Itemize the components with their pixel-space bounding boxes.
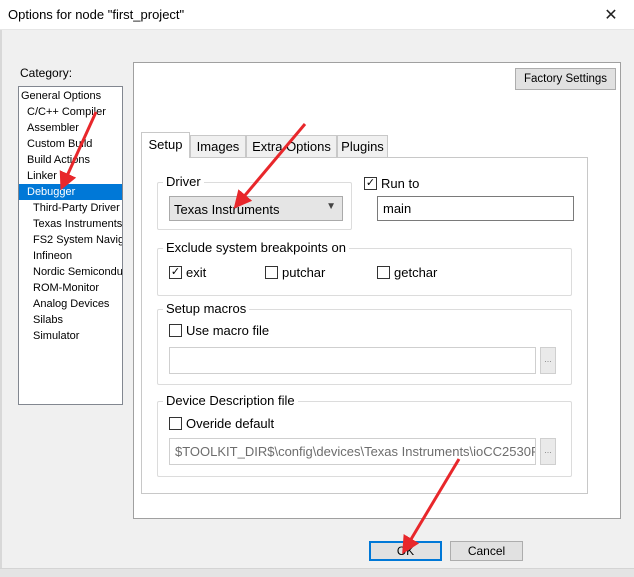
category-label: Category: [20, 66, 73, 80]
driver-select-value: Texas Instruments [174, 202, 280, 217]
macro-browse-button[interactable]: ... [540, 347, 556, 374]
category-item-build-actions[interactable]: Build Actions [27, 152, 90, 168]
driver-select[interactable]: Texas Instruments ▼ [169, 196, 343, 221]
ok-button[interactable]: OK [369, 541, 442, 561]
factory-settings-button[interactable]: Factory Settings [515, 68, 616, 90]
getchar-checkbox[interactable] [377, 266, 390, 279]
exclude-breakpoints-group [157, 248, 572, 296]
category-list[interactable]: General Options C/C++ Compiler Assembler… [18, 86, 123, 405]
close-icon: ✕ [604, 7, 618, 24]
category-item-debugger[interactable]: Debugger [19, 184, 122, 200]
device-description-title: Device Description file [163, 393, 298, 408]
override-default-label: Overide default [186, 416, 275, 431]
category-item-linker[interactable]: Linker [27, 168, 57, 184]
getchar-label: getchar [394, 265, 438, 280]
category-item-nordic-semiconductor[interactable]: Nordic Semiconductor [33, 264, 122, 280]
putchar-label: putchar [282, 265, 326, 280]
category-item-silabs[interactable]: Silabs [33, 312, 63, 328]
tab-setup[interactable]: Setup [141, 132, 190, 158]
category-item-custom-build[interactable]: Custom Build [27, 136, 92, 152]
device-file-input[interactable]: $TOOLKIT_DIR$\config\devices\Texas Instr… [169, 438, 536, 465]
category-item-analog-devices[interactable]: Analog Devices [33, 296, 109, 312]
run-to-input[interactable]: main [377, 196, 574, 221]
exclude-breakpoints-title: Exclude system breakpoints on [163, 240, 349, 255]
run-to-checkbox[interactable]: ✓ [364, 177, 377, 190]
tab-plugins[interactable]: Plugins [337, 135, 388, 157]
category-item-general-options[interactable]: General Options [21, 88, 101, 104]
category-item-rom-monitor[interactable]: ROM-Monitor [33, 280, 99, 296]
category-item-fs2-system-navigator[interactable]: FS2 System Navigator [33, 232, 122, 248]
exit-checkbox[interactable]: ✓ [169, 266, 182, 279]
chevron-down-icon: ▼ [326, 201, 336, 212]
category-item-simulator[interactable]: Simulator [33, 328, 79, 344]
exit-label: exit [186, 265, 207, 280]
cancel-button[interactable]: Cancel [450, 541, 523, 561]
title-bar: Options for node "first_project" ✕ [0, 0, 634, 30]
close-button[interactable]: ✕ [588, 0, 634, 30]
run-to-label: Run to [381, 176, 420, 191]
window-title: Options for node "first_project" [8, 7, 185, 22]
device-browse-button[interactable]: ... [540, 438, 556, 465]
category-item-texas-instruments[interactable]: Texas Instruments [33, 216, 122, 232]
category-item-infineon[interactable]: Infineon [33, 248, 72, 264]
override-default-checkbox[interactable] [169, 417, 182, 430]
setup-macros-title: Setup macros [163, 301, 250, 316]
driver-group-title: Driver [163, 174, 204, 189]
tab-images[interactable]: Images [190, 135, 246, 157]
category-item-third-party-driver[interactable]: Third-Party Driver [33, 200, 120, 216]
category-item-assembler[interactable]: Assembler [27, 120, 79, 136]
tab-extra-options[interactable]: Extra Options [246, 135, 337, 157]
macro-file-input[interactable] [169, 347, 536, 374]
window-left-edge [0, 30, 2, 577]
putchar-checkbox[interactable] [265, 266, 278, 279]
window-bottom-edge [0, 568, 634, 577]
use-macro-file-label: Use macro file [186, 323, 270, 338]
category-item-c-compiler[interactable]: C/C++ Compiler [27, 104, 106, 120]
use-macro-file-checkbox[interactable] [169, 324, 182, 337]
